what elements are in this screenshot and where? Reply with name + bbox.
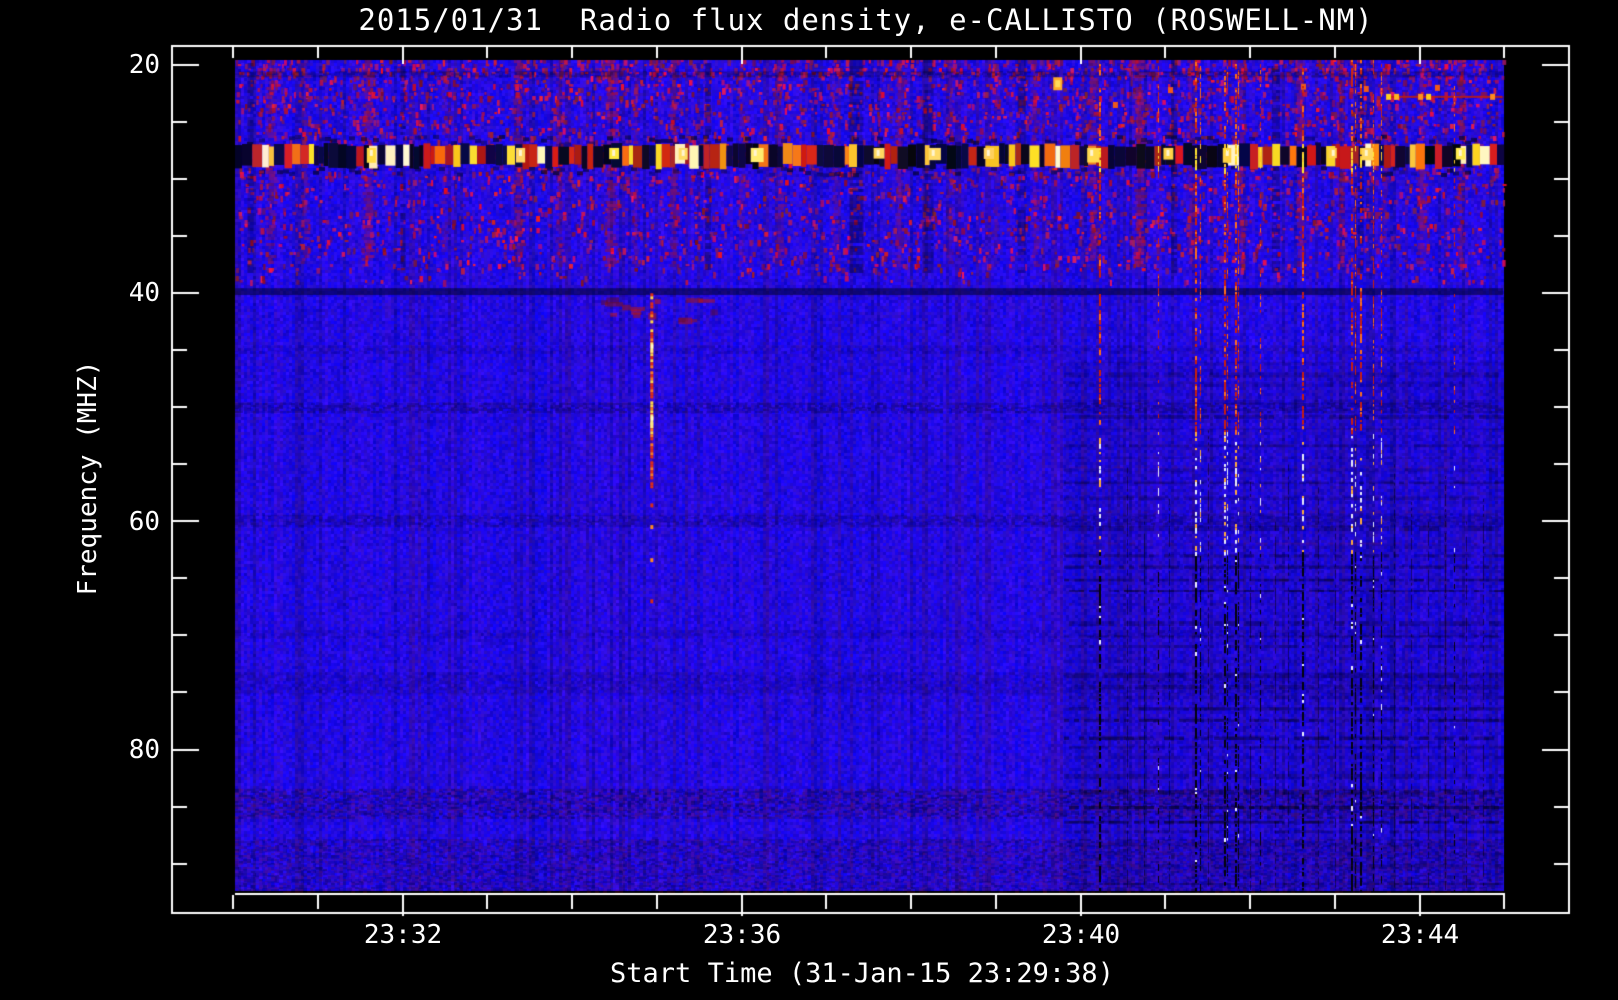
spectrogram-window: 2015/01/31 Radio flux density, e-CALLIST… xyxy=(0,0,1618,1000)
x-tick-label: 23:40 xyxy=(1041,920,1121,950)
x-tick-label: 23:44 xyxy=(1380,920,1460,950)
x-tick-label: 23:36 xyxy=(702,920,782,950)
plot-title: 2015/01/31 Radio flux density, e-CALLIST… xyxy=(358,3,1374,37)
y-tick-label: 20 xyxy=(128,50,160,80)
x-axis-label: Start Time (31-Jan-15 23:29:38) xyxy=(610,958,1114,989)
spectrogram-canvas xyxy=(0,0,1618,1000)
x-tick-label: 23:32 xyxy=(363,920,443,950)
y-axis-label: Frequency (MHZ) xyxy=(73,360,103,596)
y-tick-label: 80 xyxy=(128,735,160,765)
y-tick-label: 60 xyxy=(128,506,160,537)
y-tick-label: 40 xyxy=(128,278,160,309)
